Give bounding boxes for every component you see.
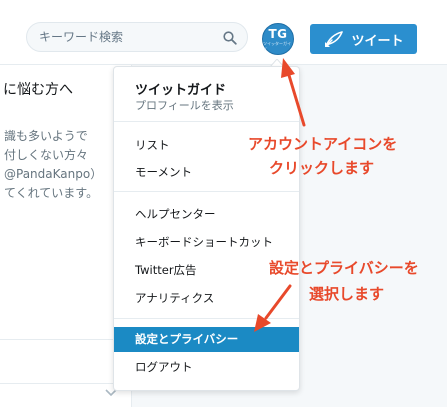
- divider: [0, 339, 131, 340]
- menu-divider: [114, 191, 299, 192]
- account-dropdown-menu: ツイットガイド プロフィールを表示 リスト モーメント ヘルプセンター キーボー…: [113, 66, 300, 391]
- avatar[interactable]: TG ツイッターガイド: [262, 23, 294, 55]
- tweet-button-label: ツイート: [351, 33, 404, 49]
- menu-divider: [114, 121, 299, 122]
- timeline-heading: に悩む方へ: [3, 82, 73, 98]
- menu-item-settings-privacy[interactable]: 設定とプライバシー: [114, 327, 299, 352]
- search-icon[interactable]: [223, 31, 237, 45]
- avatar-caption: ツイッターガイド: [263, 40, 291, 51]
- search-input[interactable]: [39, 28, 219, 46]
- view-profile-link[interactable]: プロフィールを表示: [135, 97, 234, 113]
- timeline-text-line: @PandaKanpo）: [4, 167, 103, 181]
- top-navigation-bar: TG ツイッターガイド ツイート: [0, 0, 447, 65]
- search-box[interactable]: [26, 22, 248, 52]
- annotation-note: クリックします: [269, 159, 375, 177]
- timeline-text-line: 識も多いようで: [4, 129, 88, 143]
- avatar-initials: TG: [268, 26, 288, 41]
- menu-divider: [114, 318, 299, 319]
- menu-item-logout[interactable]: ログアウト: [114, 355, 299, 379]
- profile-link[interactable]: ツイットガイド プロフィールを表示: [114, 67, 299, 121]
- timeline-text-line: 付しくない方々: [4, 148, 89, 162]
- account-avatar-button[interactable]: TG ツイッターガイド: [262, 23, 294, 55]
- profile-name: ツイットガイド: [135, 83, 227, 98]
- menu-item-keyboard-shortcuts[interactable]: キーボードショートカット: [114, 230, 299, 254]
- quill-icon: [325, 31, 344, 47]
- timeline-text-line: てくれています。: [4, 186, 99, 200]
- annotation-note: 設定とプライバシーを: [269, 259, 419, 277]
- menu-item-analytics[interactable]: アナリティクス: [114, 286, 299, 310]
- menu-item-help-center[interactable]: ヘルプセンター: [114, 202, 299, 226]
- tweet-button[interactable]: ツイート: [310, 24, 417, 54]
- divider: [0, 383, 131, 384]
- annotation-note: 選択します: [309, 285, 385, 303]
- annotation-note: アカウントアイコンを: [248, 135, 398, 153]
